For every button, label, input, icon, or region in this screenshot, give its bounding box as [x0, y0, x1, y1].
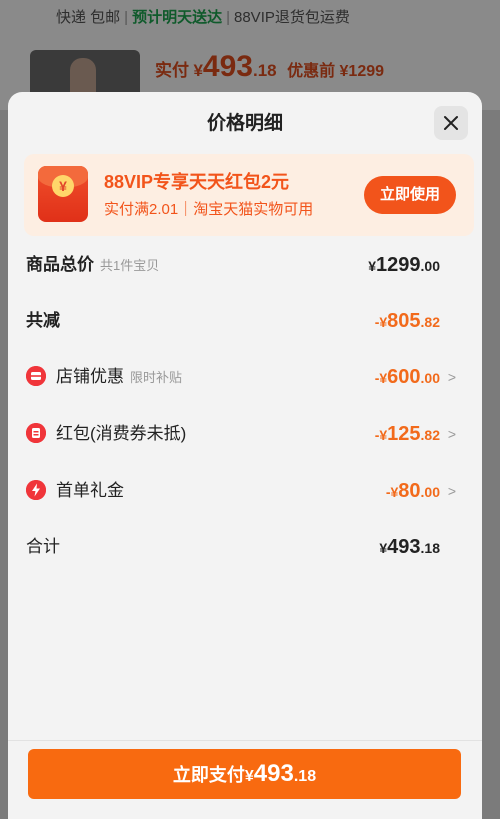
- pay-amount-int: 493: [253, 760, 294, 787]
- divider: |: [226, 9, 230, 26]
- row-label: 共减: [26, 311, 60, 330]
- shipping-eta: 预计明天送达: [132, 9, 223, 26]
- row-amount: ¥1299.00: [368, 250, 440, 282]
- row-label-text: 店铺优惠: [56, 367, 124, 386]
- amount-int: 805: [387, 310, 421, 332]
- currency-prefix: -¥: [374, 427, 388, 443]
- row-note: 共1件宝贝: [100, 258, 160, 273]
- use-now-button[interactable]: 立即使用: [364, 176, 456, 214]
- row-label: 首单礼金: [26, 476, 124, 506]
- row-label-text: 首单礼金: [56, 481, 124, 500]
- row-amount: -¥125.82: [375, 419, 440, 451]
- currency-prefix: ¥: [379, 540, 388, 556]
- close-button[interactable]: [434, 106, 468, 140]
- price-detail-sheet: 价格明细 ¥ 88VIP专享天天红包2元 实付满2.01｜淘宝天猫实物可用 立即…: [8, 92, 482, 819]
- vip-promo-banner: ¥ 88VIP专享天天红包2元 实付满2.01｜淘宝天猫实物可用 立即使用: [24, 154, 474, 236]
- lightning-icon: [26, 479, 46, 500]
- coin-glyph: ¥: [52, 175, 74, 197]
- original-price: 优惠前 ¥1299: [287, 63, 385, 80]
- currency-prefix: -¥: [385, 484, 399, 500]
- currency-prefix: -¥: [374, 370, 388, 386]
- amount-dec: .00: [420, 258, 440, 274]
- row-label: 店铺优惠 限时补贴: [26, 362, 182, 393]
- row-amount: -¥600.00: [375, 362, 440, 394]
- currency-prefix: ¥: [368, 258, 377, 274]
- amount-dec: .00: [420, 370, 440, 386]
- currency-sign: ¥: [193, 61, 203, 80]
- row-amount: ¥493.18: [379, 532, 440, 564]
- red-packet-icon: [26, 422, 46, 443]
- row-note: 限时补贴: [130, 370, 183, 385]
- row-first-order-gift[interactable]: 首单礼金 -¥80.00 >: [26, 476, 456, 508]
- price-int: 493: [202, 50, 253, 83]
- sheet-title: 价格明细: [206, 113, 283, 134]
- amount-int: 493: [387, 536, 421, 558]
- chevron-right-icon: >: [447, 369, 456, 385]
- chevron-right-icon: >: [447, 426, 456, 442]
- background-price: 实付 ¥493.18 优惠前 ¥1299: [155, 50, 384, 84]
- paid-label: 实付: [155, 61, 189, 80]
- row-label: 商品总价 共1件宝贝: [26, 250, 159, 281]
- row-store-discount[interactable]: 店铺优惠 限时补贴 -¥600.00 >: [26, 362, 456, 394]
- pay-label: 立即支付: [172, 765, 245, 785]
- price-dec: .18: [252, 61, 277, 80]
- promo-subtitle: 实付满2.01｜淘宝天猫实物可用: [104, 201, 314, 218]
- row-label: 红包(消费券未抵): [26, 419, 186, 449]
- row-label: 合计: [26, 537, 60, 556]
- shipping-return: 88VIP退货包运费: [234, 9, 350, 26]
- row-goods-total: 商品总价 共1件宝贝 ¥1299.00: [26, 250, 450, 280]
- pay-currency: ¥: [244, 768, 254, 785]
- currency-prefix: -¥: [374, 314, 388, 330]
- row-grand-total: 合计 ¥493.18: [26, 532, 450, 562]
- amount-int: 1299: [376, 254, 421, 276]
- row-amount: -¥805.82: [375, 306, 440, 338]
- amount-dec: .18: [420, 540, 440, 556]
- row-label-text: 红包(消费券未抵): [56, 424, 187, 443]
- row-red-packet[interactable]: 红包(消费券未抵) -¥125.82 >: [26, 419, 456, 451]
- chevron-right-icon: >: [447, 483, 456, 499]
- row-total-discount: 共减 -¥805.82: [26, 306, 450, 336]
- store-coupon-icon: [26, 365, 46, 386]
- amount-int: 125: [387, 423, 421, 445]
- promo-title: 88VIP专享天天红包2元: [104, 172, 290, 192]
- close-icon: [444, 116, 458, 130]
- amount-dec: .82: [420, 427, 440, 443]
- divider: |: [124, 9, 129, 26]
- shipping-info: 快递 包邮 | 预计明天送达 | 88VIP退货包运费: [56, 6, 350, 27]
- pay-now-button[interactable]: 立即支付¥493.18: [28, 749, 461, 799]
- row-amount: -¥80.00: [386, 476, 440, 508]
- shipping-courier: 快递 包邮: [56, 9, 121, 26]
- row-label-text: 商品总价: [26, 255, 94, 274]
- red-envelope-icon: ¥: [38, 166, 88, 222]
- amount-dec: .82: [420, 314, 440, 330]
- footer-divider: [8, 740, 482, 741]
- amount-dec: .00: [420, 484, 440, 500]
- amount-int: 80: [398, 480, 421, 502]
- amount-int: 600: [387, 366, 421, 388]
- pay-amount-dec: .18: [293, 768, 317, 785]
